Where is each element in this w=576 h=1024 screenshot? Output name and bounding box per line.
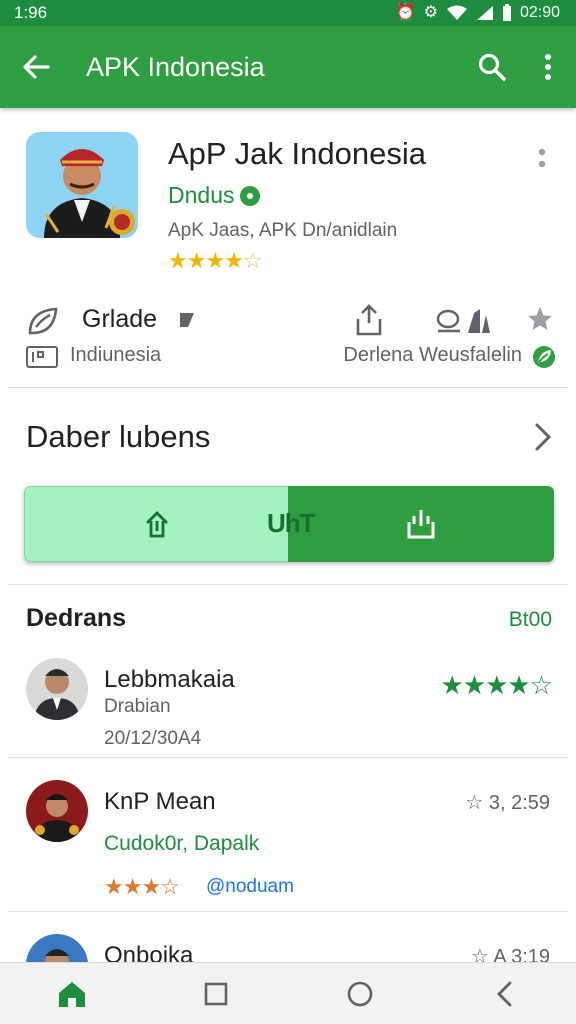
star-filled-icon: ★★★★ (168, 248, 244, 273)
app-name: ApP Jak Indonesia (168, 136, 426, 171)
nav-home-button[interactable] (42, 964, 102, 1024)
share-icon (407, 510, 435, 539)
downloads-label: Derlena Weusfalelin (343, 344, 522, 366)
reviews-header: Dedrans Bt00 (26, 604, 552, 640)
button-middle-label: UhT (267, 508, 316, 538)
app-bar-title: APK Indonesia (86, 51, 265, 82)
app-meta-row: Grlade (26, 303, 556, 339)
region-flag-icon (26, 346, 58, 368)
nav-recents-button[interactable] (186, 964, 246, 1024)
reviews-count[interactable]: Bt00 (509, 608, 552, 632)
wishlist-star-icon[interactable] (526, 305, 554, 333)
wifi-icon (446, 5, 467, 20)
section-label: Daber lubens (26, 419, 211, 454)
more-options-button[interactable] (520, 26, 576, 108)
review-meta: ☆ 3, 2:59 (465, 790, 550, 815)
share-icon[interactable] (354, 303, 384, 337)
install-button[interactable] (24, 486, 288, 562)
bottom-nav-bar (0, 962, 576, 1024)
app-bar: APK Indonesia (0, 26, 576, 108)
app-icon[interactable] (26, 132, 138, 238)
reviewer-handle-link[interactable]: @noduam (206, 876, 294, 898)
review-rating-stars: ★★★☆ (104, 874, 180, 900)
chevron-left-icon (497, 981, 512, 1006)
star-empty-icon: ☆ (242, 248, 263, 273)
battery-icon (502, 4, 511, 21)
vibrate-icon: ⚙ (423, 4, 438, 21)
nav-home-circle-button[interactable] (330, 964, 390, 1024)
alarm-icon: ⏰ (395, 4, 416, 21)
square-icon (204, 982, 228, 1005)
search-icon (478, 53, 506, 81)
verified-icon (240, 185, 261, 206)
grade-label: Grlade (82, 305, 158, 333)
status-time: 1:96 (14, 3, 48, 22)
star-empty-icon: ☆ (529, 670, 553, 700)
more-vert-icon (538, 148, 546, 168)
review-item[interactable]: KnP Mean Cudok0r, Dapalk ★★★☆ @noduam ☆ … (8, 758, 568, 912)
more-vert-icon (545, 54, 551, 80)
back-button[interactable] (0, 26, 72, 108)
avatar (26, 658, 88, 720)
home-icon (59, 981, 85, 1007)
app-header-card: ApP Jak Indonesia Dndus ApK Jaas, APK Dn… (8, 108, 568, 388)
review-meta-text: 3, 2:59 (488, 792, 550, 814)
divider (8, 584, 568, 585)
status-icons: ⏰ ⚙ 02:90 (396, 4, 560, 22)
developer-row[interactable]: Dndus (168, 182, 261, 209)
status-bar: 1:96 ⏰ ⚙ 02:90 (0, 0, 576, 26)
reviewer-name: Lebbmakaia (104, 666, 235, 693)
star-filled-icon: ★★★ (104, 874, 161, 899)
review-text: Drabian (104, 696, 171, 717)
review-date: 20/12/30A4 (104, 728, 202, 749)
review-item[interactable]: Lebbmakaia Drabian 20/12/30A4 ★★★★☆ (8, 648, 568, 758)
search-button[interactable] (464, 26, 520, 108)
app-overflow-menu[interactable] (532, 146, 552, 174)
section-row[interactable]: Daber lubens (8, 388, 568, 486)
app-subtitle: ApK Jaas, APK Dn/anidlain (168, 220, 398, 241)
region-label: Indiunesia (70, 344, 162, 366)
cast-icon[interactable] (434, 305, 492, 335)
reviews-title: Dedrans (26, 604, 127, 632)
review-rating-stars: ★★★★☆ (440, 670, 553, 701)
star-filled-icon: ★★★★ (440, 670, 530, 700)
reviewer-name: KnP Mean (104, 788, 216, 815)
leaf-grade-icon (28, 307, 58, 335)
chevron-right-icon (535, 423, 552, 451)
star-empty-icon: ☆ (160, 874, 180, 899)
share-app-button[interactable] (288, 486, 554, 562)
review-text: Cudok0r, Dapalk (104, 832, 260, 855)
signal-icon (476, 6, 493, 20)
home-upload-icon (145, 511, 168, 538)
leaf-badge-icon (533, 346, 555, 368)
app-rating-stars: ★★★★☆ (168, 248, 263, 274)
app-meta-row-2: Indiunesia Derlena Weusfalelin (26, 344, 556, 372)
star-outline-icon: ☆ (465, 792, 489, 814)
tag-icon (180, 313, 194, 327)
avatar (26, 780, 88, 842)
arrow-back-icon (23, 55, 50, 79)
status-clock: 02:90 (519, 4, 560, 21)
developer-name: Dndus (168, 182, 235, 208)
action-button-bar: UhT (24, 486, 554, 562)
app-icon-image (26, 132, 138, 238)
circle-icon (347, 981, 373, 1006)
nav-back-button[interactable] (474, 964, 534, 1024)
